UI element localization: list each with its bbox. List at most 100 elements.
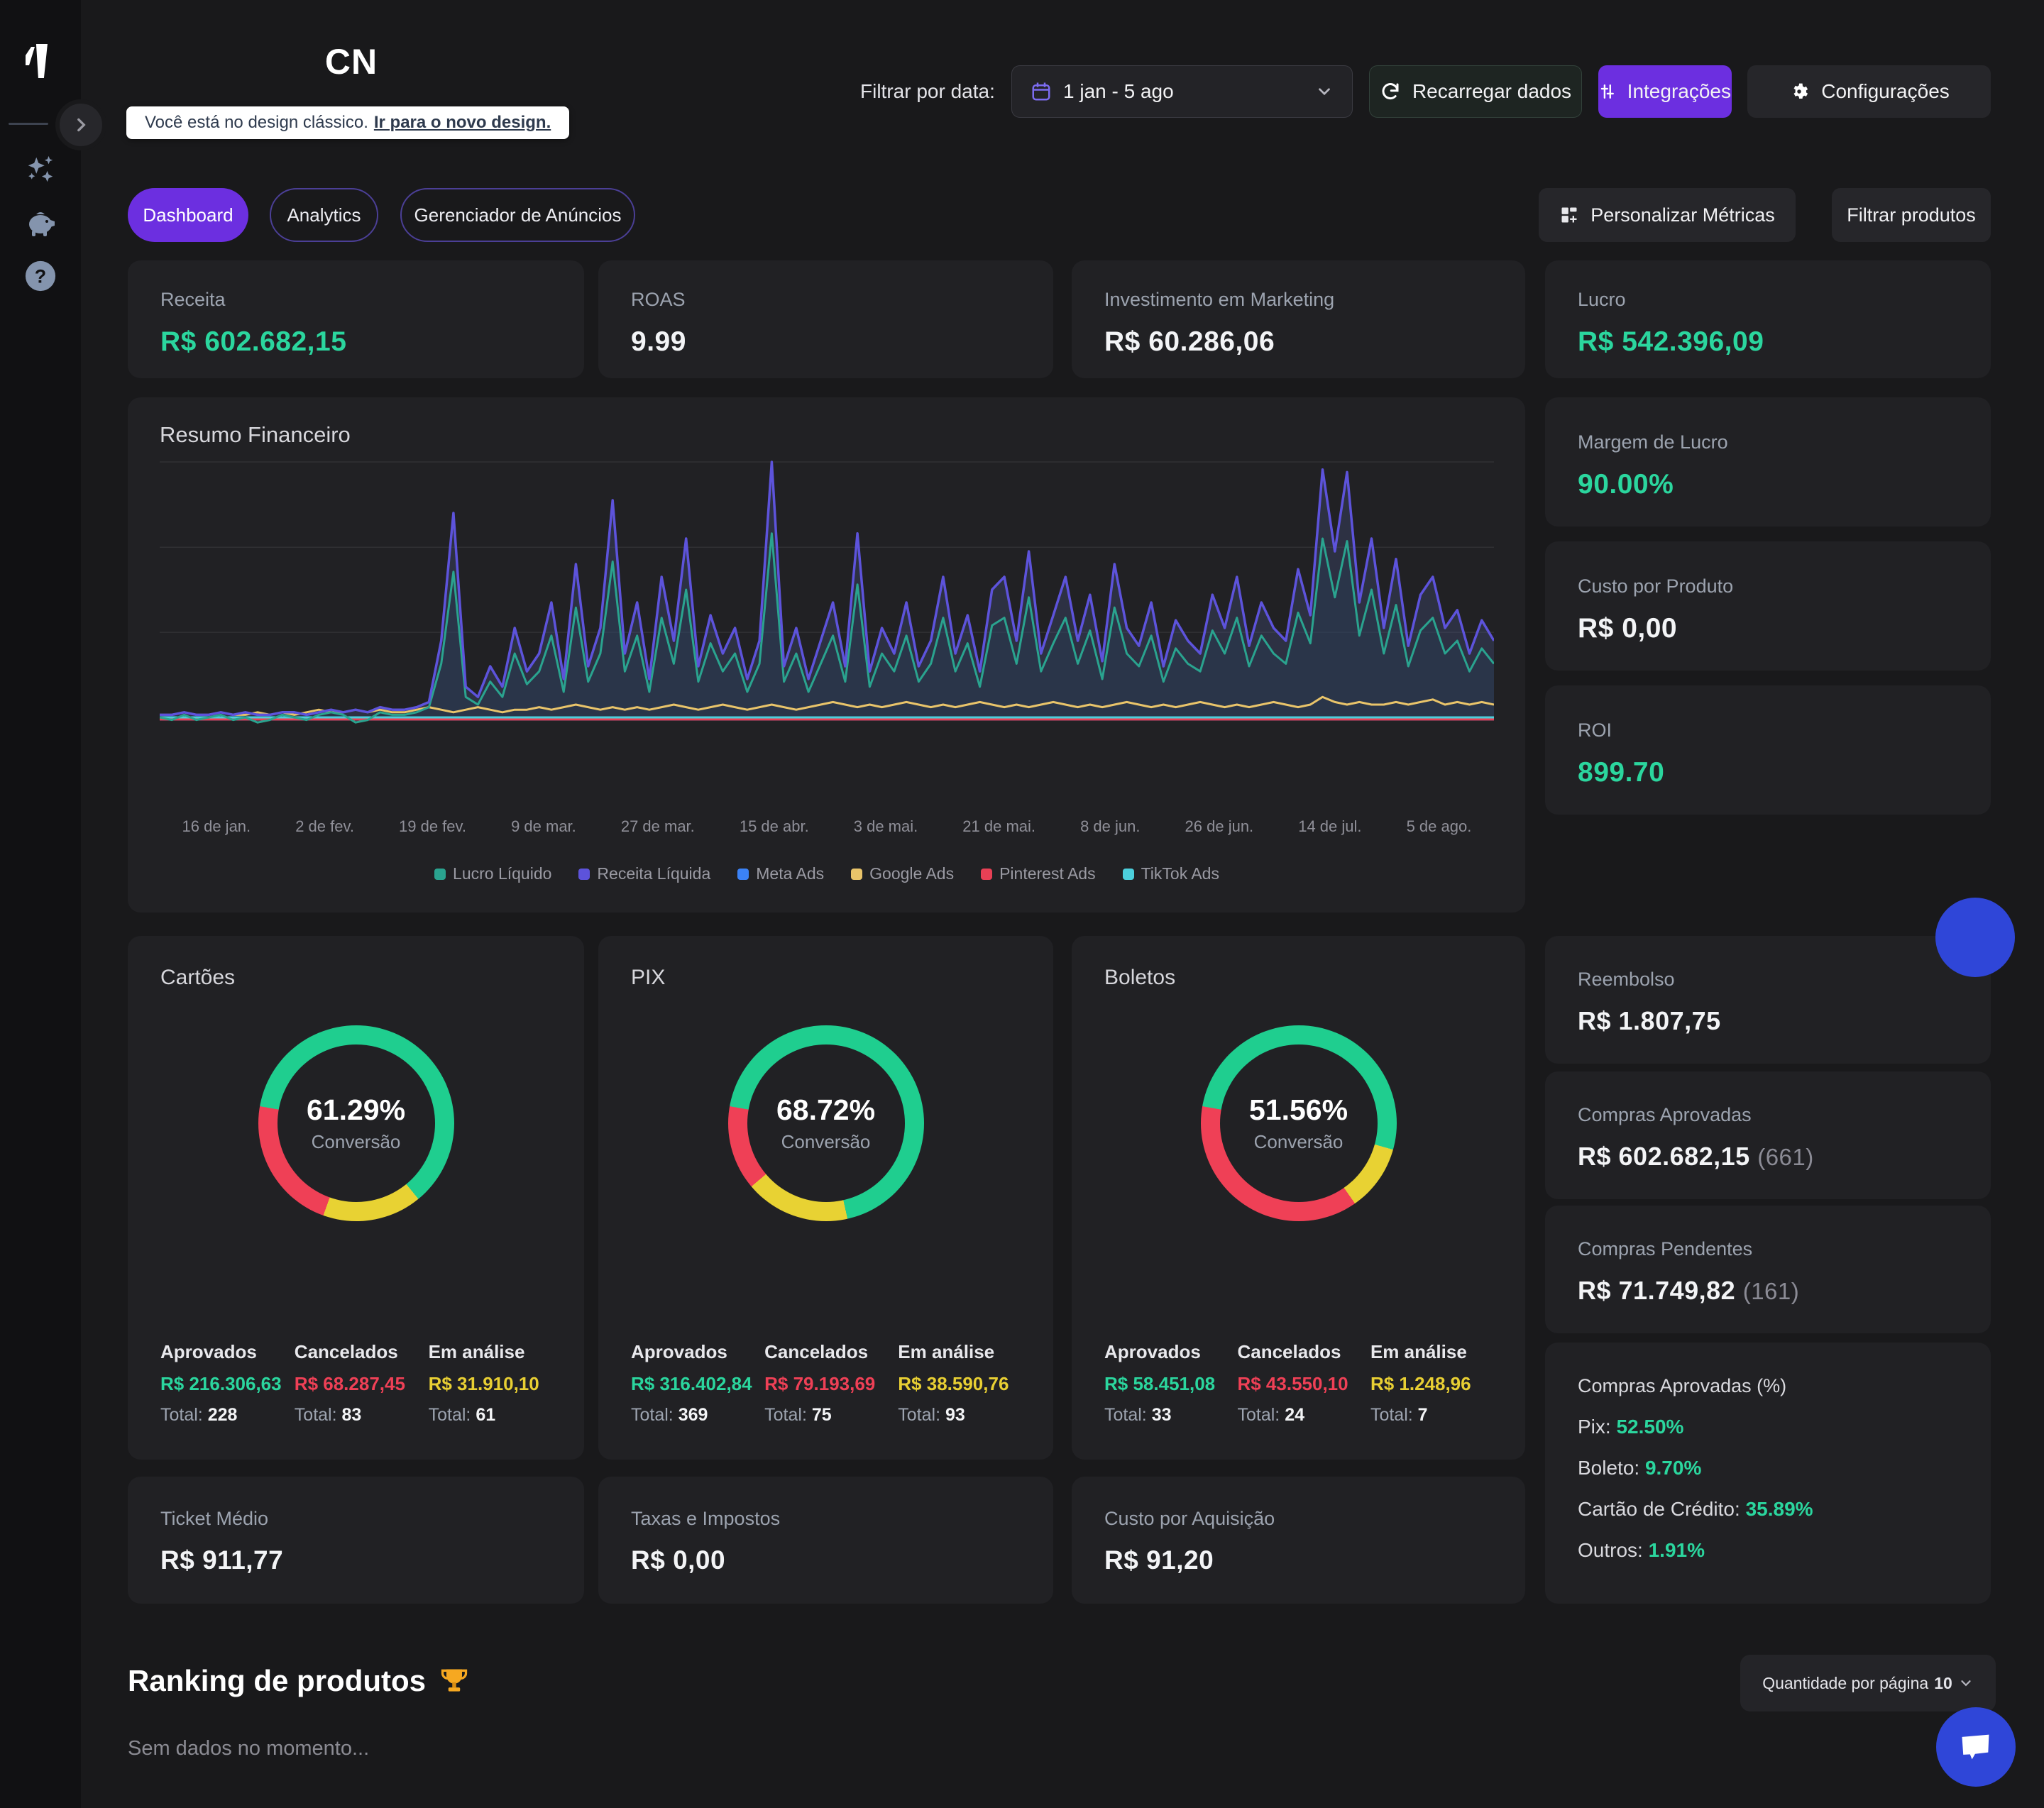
chevron-down-icon	[1315, 82, 1334, 101]
kpi-card-lucro: Lucro R$ 542.396,09	[1545, 260, 1991, 378]
chat-widget-button[interactable]	[1936, 1707, 2016, 1787]
sidebar-item-help[interactable]: ?	[0, 260, 81, 292]
kpi-value: R$ 602.682,15	[1578, 1142, 1750, 1171]
refresh-icon	[1380, 81, 1401, 102]
stat-em-analise: Em análiseR$ 38.590,76 Total: 93	[898, 1341, 1031, 1426]
stat-aprovados: AprovadosR$ 316.402,84 Total: 369	[631, 1341, 764, 1426]
payment-card-boletos: Boletos 51.56% Conversão AprovadosR$ 58.…	[1072, 936, 1525, 1460]
legend-item[interactable]: Pinterest Ads	[981, 864, 1096, 883]
floating-action-button[interactable]	[1935, 898, 2015, 977]
ranking-section-title: Ranking de produtos	[128, 1664, 470, 1698]
legend-swatch	[1123, 869, 1134, 880]
stat-em-analise: Em análiseR$ 1.248,96 Total: 7	[1370, 1341, 1503, 1426]
kpi-value: R$ 0,00	[631, 1545, 1021, 1575]
kpi-label: ROAS	[631, 289, 1021, 311]
kpi-value: R$ 911,77	[160, 1545, 551, 1575]
tab-dashboard[interactable]: Dashboard	[128, 188, 248, 242]
kpi-label: Custo por Produto	[1578, 575, 1958, 597]
chevron-down-icon	[1958, 1675, 1974, 1691]
chat-bubble-icon	[1957, 1729, 1994, 1765]
financial-summary-chart[interactable]	[160, 434, 1494, 746]
conversion-label: Conversão	[312, 1131, 401, 1153]
kpi-card-custo-produto: Custo por Produto R$ 0,00	[1545, 541, 1991, 671]
per-page-label: Quantidade por página	[1762, 1674, 1928, 1693]
tab-analytics[interactable]: Analytics	[270, 188, 378, 242]
x-tick-label: 27 de mar.	[621, 817, 695, 836]
ranking-empty-state: Sem dados no momento...	[128, 1737, 369, 1760]
sidebar-collapse-button[interactable]	[55, 99, 106, 150]
filter-products-label: Filtrar produtos	[1847, 204, 1976, 226]
date-range-value: 1 jan - 5 ago	[1063, 80, 1174, 103]
sidebar-item-finance[interactable]	[0, 207, 81, 238]
kpi-count: (661)	[1757, 1144, 1814, 1170]
legend-label: Meta Ads	[756, 864, 824, 883]
kpi-card-roi: ROI 899.70	[1545, 685, 1991, 815]
question-icon: ?	[24, 260, 57, 292]
kpi-card-roas: ROAS 9.99	[598, 260, 1053, 378]
reload-label: Recarregar dados	[1412, 80, 1571, 103]
kpi-value: R$ 542.396,09	[1578, 326, 1958, 358]
kpi-card-receita: Receita R$ 602.682,15	[128, 260, 584, 378]
grid-plus-icon	[1559, 205, 1579, 225]
reload-data-button[interactable]: Recarregar dados	[1369, 65, 1582, 118]
x-tick-label: 16 de jan.	[182, 817, 251, 836]
conversion-donut-boletos: 51.56% Conversão	[1201, 1025, 1397, 1221]
payment-card-title: PIX	[598, 936, 1053, 990]
kpi-card-compras-aprovadas: Compras Aprovadas R$ 602.682,15 (661)	[1545, 1071, 1991, 1199]
conversion-percent: 51.56%	[1249, 1093, 1348, 1127]
kpi-label: Compras Aprovadas (%)	[1578, 1375, 1958, 1397]
kpi-card-taxas: Taxas e Impostos R$ 0,00	[598, 1477, 1053, 1604]
pct-line-cartao: Cartão de Crédito: 35.89%	[1578, 1498, 1958, 1521]
trophy-icon	[439, 1665, 470, 1697]
x-tick-label: 3 de mai.	[854, 817, 918, 836]
banner-text: Você está no design clássico.	[145, 113, 368, 133]
kpi-label: Investimento em Marketing	[1104, 289, 1493, 311]
conversion-donut-cartoes: 61.29% Conversão	[258, 1025, 454, 1221]
legend-item[interactable]: Google Ads	[851, 864, 954, 883]
kpi-label: Compras Pendentes	[1578, 1238, 1958, 1260]
settings-button[interactable]: Configurações	[1747, 65, 1991, 118]
customize-metrics-button[interactable]: Personalizar Métricas	[1539, 188, 1796, 242]
kpi-label: Compras Aprovadas	[1578, 1104, 1958, 1126]
chevron-right-icon	[72, 116, 90, 134]
piggy-bank-icon	[23, 207, 57, 238]
x-tick-label: 15 de abr.	[740, 817, 809, 836]
kpi-card-compras-aprovadas-pct: Compras Aprovadas (%) Pix: 52.50% Boleto…	[1545, 1343, 1991, 1604]
kpi-card-reembolso: Reembolso R$ 1.807,75	[1545, 936, 1991, 1064]
kpi-value: R$ 0,00	[1578, 613, 1958, 644]
integrations-label: Integrações	[1627, 80, 1731, 103]
integrations-button[interactable]: Integrações	[1598, 65, 1732, 118]
legend-item[interactable]: TikTok Ads	[1123, 864, 1219, 883]
app-logo-icon[interactable]	[0, 37, 81, 87]
legend-item[interactable]: Receita Líquida	[578, 864, 710, 883]
settings-label: Configurações	[1821, 80, 1950, 103]
pct-line-outros: Outros: 1.91%	[1578, 1539, 1958, 1562]
kpi-label: Margem de Lucro	[1578, 431, 1958, 453]
kpi-value: R$ 91,20	[1104, 1545, 1493, 1575]
payment-card-title: Boletos	[1072, 936, 1525, 990]
legend-item[interactable]: Meta Ads	[737, 864, 824, 883]
sliders-icon	[1599, 81, 1616, 102]
legend-item[interactable]: Lucro Líquido	[434, 864, 551, 883]
filter-products-button[interactable]: Filtrar produtos	[1832, 188, 1991, 242]
legend-swatch	[578, 869, 590, 880]
kpi-count: (161)	[1743, 1278, 1800, 1304]
kpi-value: 9.99	[631, 326, 1021, 358]
kpi-card-custo-aquisicao: Custo por Aquisição R$ 91,20	[1072, 1477, 1525, 1604]
legend-label: Lucro Líquido	[453, 864, 551, 883]
date-range-picker[interactable]: 1 jan - 5 ago	[1011, 65, 1353, 118]
date-filter-label: Filtrar por data:	[860, 74, 995, 109]
kpi-value: R$ 602.682,15	[160, 326, 551, 358]
tab-ads-manager[interactable]: Gerenciador de Anúncios	[400, 188, 635, 242]
chart-x-axis: 16 de jan.2 de fev.19 de fev.9 de mar.27…	[160, 817, 1494, 836]
kpi-value: R$ 1.807,75	[1578, 1006, 1958, 1036]
sidebar-divider	[9, 123, 48, 125]
legend-label: TikTok Ads	[1141, 864, 1219, 883]
per-page-select[interactable]: Quantidade por página10	[1740, 1655, 1996, 1711]
legend-swatch	[981, 869, 992, 880]
kpi-card-margem: Margem de Lucro 90.00%	[1545, 397, 1991, 527]
kpi-label: Custo por Aquisição	[1104, 1508, 1493, 1530]
sidebar-item-ai[interactable]	[0, 153, 81, 186]
kpi-card-compras-pendentes: Compras Pendentes R$ 71.749,82 (161)	[1545, 1206, 1991, 1333]
new-design-link[interactable]: Ir para o novo design.	[374, 113, 551, 133]
